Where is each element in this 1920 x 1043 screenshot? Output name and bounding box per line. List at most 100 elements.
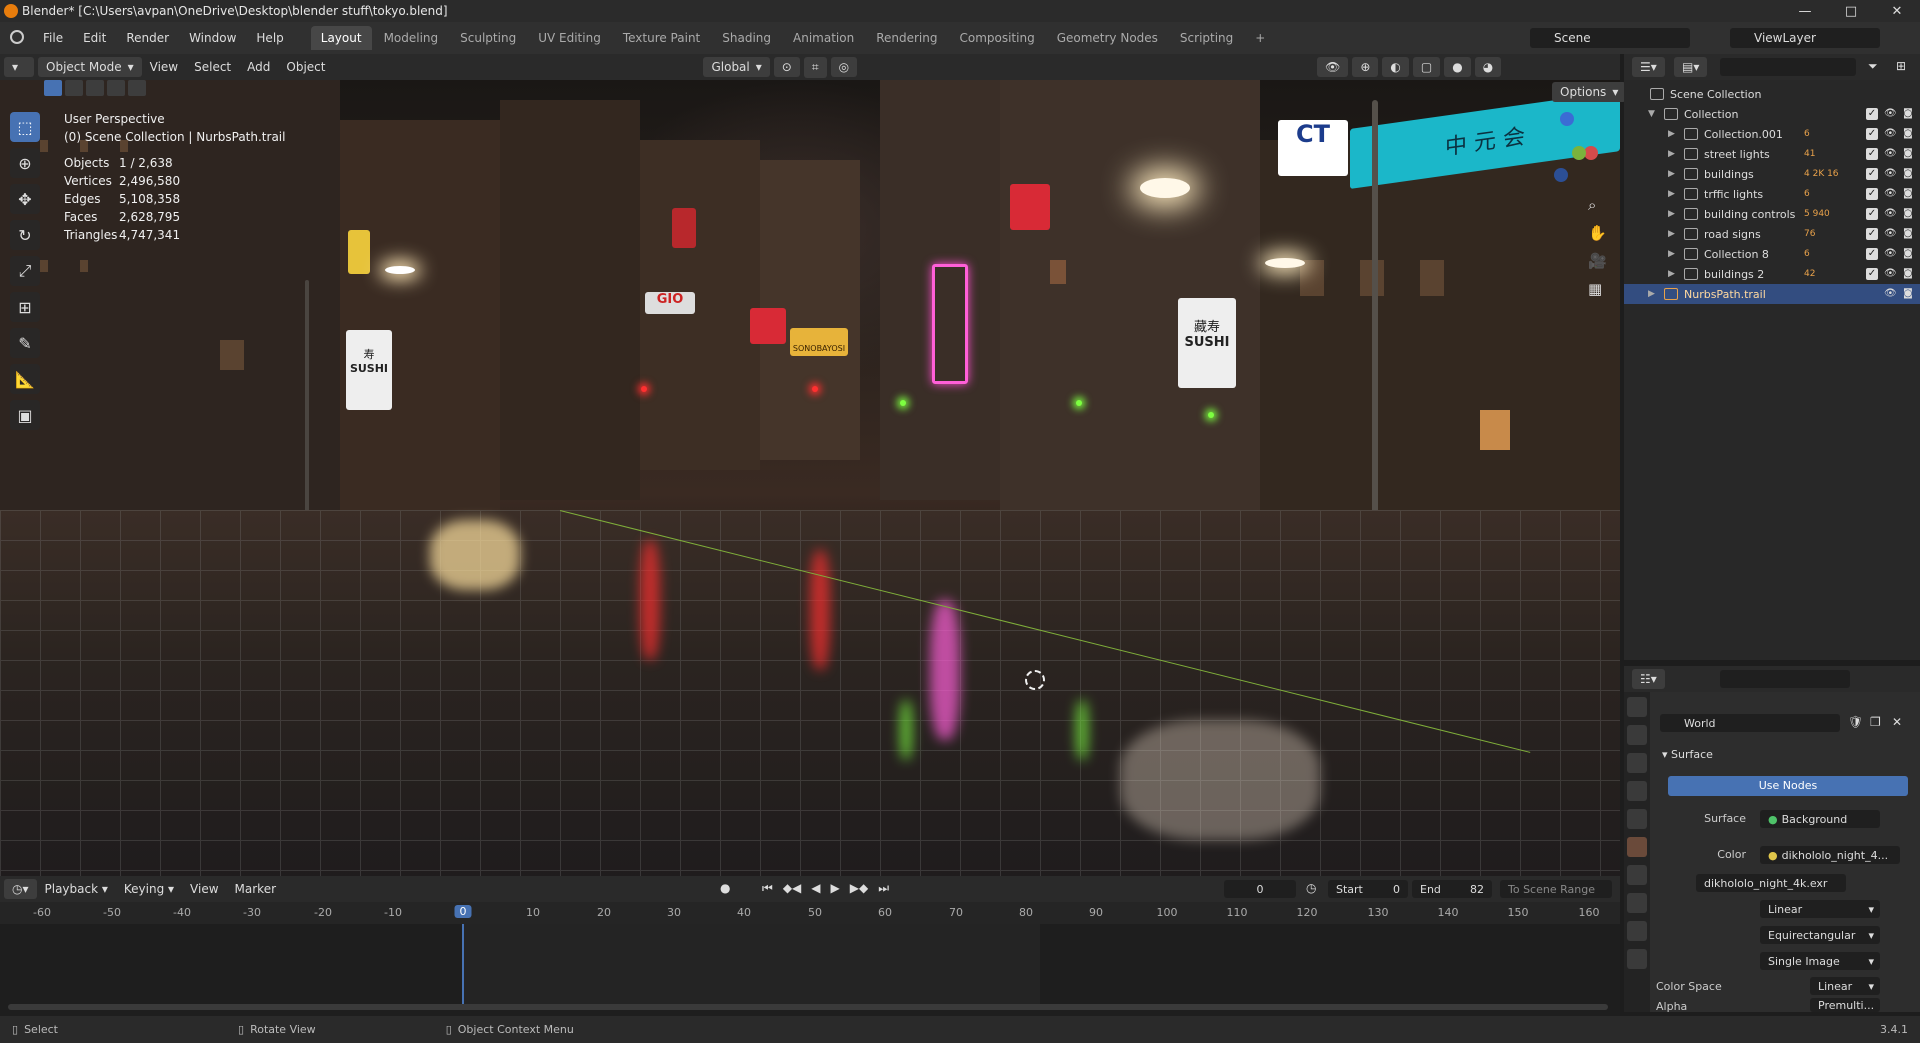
render-camera-icon[interactable]: ◙ xyxy=(1902,128,1914,140)
to-scene-range-button[interactable]: To Scene Range xyxy=(1500,880,1612,898)
exclude-checkbox[interactable]: ✓ xyxy=(1866,228,1878,240)
modifier-tab-icon[interactable] xyxy=(1627,893,1647,913)
move-icon[interactable]: ✥ xyxy=(10,184,40,214)
timeline-editor-type-icon[interactable]: ◷▾ xyxy=(4,879,37,899)
view-layer-selector[interactable]: ViewLayer xyxy=(1730,28,1880,48)
expand-icon[interactable]: ▶ xyxy=(1668,189,1678,199)
tab-texture-paint[interactable]: Texture Paint xyxy=(613,26,710,50)
gizmo-y-icon[interactable] xyxy=(1572,146,1586,160)
exclude-checkbox[interactable]: ✓ xyxy=(1866,168,1878,180)
outliner-item[interactable]: ▶ trffic lights 6 ✓ 👁 ◙ xyxy=(1624,184,1920,204)
shading-solid-icon[interactable]: ● xyxy=(1444,57,1471,77)
xray-icon[interactable]: ▢ xyxy=(1412,57,1441,77)
cursor-icon[interactable]: ⊕ xyxy=(10,148,40,178)
measure-icon[interactable]: 📐 xyxy=(10,364,40,394)
rotate-icon[interactable]: ↻ xyxy=(10,220,40,250)
overlay-icon[interactable]: ◐ xyxy=(1382,57,1409,77)
world-tab-icon[interactable] xyxy=(1627,837,1647,857)
world-selector[interactable]: World xyxy=(1660,714,1840,732)
expand-icon[interactable]: ▶ xyxy=(1668,209,1678,219)
tab-geometry-nodes[interactable]: Geometry Nodes xyxy=(1047,26,1168,50)
color-input-field[interactable]: ● dikhololo_night_4... xyxy=(1760,846,1900,864)
outliner-display-mode-icon[interactable]: ▤▾ xyxy=(1674,57,1708,77)
expand-icon[interactable]: ▶ xyxy=(1668,129,1678,139)
jump-end-icon[interactable]: ⏭ xyxy=(878,881,889,896)
gizmo-x-icon[interactable] xyxy=(1584,146,1598,160)
scene-selector[interactable]: Scene xyxy=(1530,28,1690,48)
menu-window[interactable]: Window xyxy=(180,31,245,45)
select-mode-subtract-icon[interactable] xyxy=(86,80,104,96)
expand-icon[interactable]: ▶ xyxy=(1668,249,1678,259)
add-workspace-button[interactable]: + xyxy=(1245,26,1275,50)
outliner-item[interactable]: ▶ street lights 41 ✓ 👁 ◙ xyxy=(1624,144,1920,164)
render-camera-icon[interactable]: ◙ xyxy=(1902,248,1914,260)
color-space-dropdown[interactable]: Linear ▾ xyxy=(1810,977,1880,995)
exclude-checkbox[interactable]: ✓ xyxy=(1866,208,1878,220)
end-frame-field[interactable]: End 82 xyxy=(1412,880,1492,898)
record-icon[interactable]: ● xyxy=(720,881,730,895)
surface-panel-header[interactable]: ▾ Surface xyxy=(1662,748,1713,761)
render-camera-icon[interactable]: ◙ xyxy=(1902,268,1914,280)
viewport-menu-select[interactable]: Select xyxy=(186,60,239,74)
unlink-icon[interactable]: ✕ xyxy=(1892,715,1902,729)
exclude-checkbox[interactable]: ✓ xyxy=(1866,128,1878,140)
select-mode-new-icon[interactable] xyxy=(44,80,62,96)
visibility-eye-icon[interactable]: 👁 xyxy=(1884,188,1897,200)
render-camera-icon[interactable]: ◙ xyxy=(1902,188,1914,200)
camera-icon[interactable]: 🎥 xyxy=(1588,252,1607,270)
tab-rendering[interactable]: Rendering xyxy=(866,26,947,50)
constraint-tab-icon[interactable] xyxy=(1627,921,1647,941)
add-cube-icon[interactable]: ▣ xyxy=(10,400,40,430)
visibility-eye-icon[interactable]: 👁 xyxy=(1884,288,1897,300)
timeline-menu-playback[interactable]: Playback ▾ xyxy=(37,882,116,896)
options-dropdown[interactable]: Options ▾ xyxy=(1552,82,1627,102)
view-layer-tab-icon[interactable] xyxy=(1627,781,1647,801)
menu-help[interactable]: Help xyxy=(247,31,292,45)
select-mode-intersect-icon[interactable] xyxy=(128,80,146,96)
interpolation-dropdown[interactable]: Linear ▾ xyxy=(1760,900,1880,918)
next-keyframe-icon[interactable]: ▶◆ xyxy=(850,881,868,896)
visibility-eye-icon[interactable]: 👁 xyxy=(1884,208,1897,220)
visibility-eye-icon[interactable]: 👁 xyxy=(1884,168,1897,180)
image-selector[interactable]: dikhololo_night_4k.exr xyxy=(1696,874,1846,892)
outliner-item[interactable]: ▶ buildings 2 42 ✓ 👁 ◙ xyxy=(1624,264,1920,284)
viewport-menu-object[interactable]: Object xyxy=(278,60,333,74)
exclude-checkbox[interactable]: ✓ xyxy=(1866,268,1878,280)
minimize-button[interactable]: — xyxy=(1782,0,1828,22)
editor-type-button[interactable]: ▾ xyxy=(4,57,34,77)
outliner-item[interactable]: ▶ buildings 4 2K 16 ✓ 👁 ◙ xyxy=(1624,164,1920,184)
annotate-icon[interactable]: ✎ xyxy=(10,328,40,358)
properties-editor-type-icon[interactable]: ☷▾ xyxy=(1632,669,1665,689)
mode-dropdown[interactable]: Object Mode ▾ xyxy=(38,57,142,77)
fake-user-icon[interactable]: 🛡 xyxy=(1848,715,1863,729)
filter-icon[interactable]: ⏷ xyxy=(1868,59,1878,74)
select-mode-extend-icon[interactable] xyxy=(65,80,83,96)
visibility-icon[interactable]: 👁 xyxy=(1317,57,1349,77)
current-frame-field[interactable]: 0 xyxy=(1224,880,1296,898)
viewport-menu-add[interactable]: Add xyxy=(239,60,278,74)
expand-icon[interactable]: ▶ xyxy=(1668,229,1678,239)
visibility-eye-icon[interactable]: 👁 xyxy=(1884,268,1897,280)
start-frame-field[interactable]: Start 0 xyxy=(1328,880,1408,898)
tab-scripting[interactable]: Scripting xyxy=(1170,26,1243,50)
outliner-collection[interactable]: ▼ Collection ✓ 👁 ◙ xyxy=(1624,104,1920,124)
close-button[interactable]: ✕ xyxy=(1874,0,1920,22)
properties-search-input[interactable] xyxy=(1720,670,1850,688)
visibility-eye-icon[interactable]: 👁 xyxy=(1884,108,1897,120)
render-camera-icon[interactable]: ◙ xyxy=(1902,168,1914,180)
tab-uv-editing[interactable]: UV Editing xyxy=(528,26,611,50)
outliner-item[interactable]: ▶ Collection 8 6 ✓ 👁 ◙ xyxy=(1624,244,1920,264)
select-box-icon[interactable]: ⬚ xyxy=(10,112,40,142)
timeline-menu-marker[interactable]: Marker xyxy=(227,882,284,896)
scale-icon[interactable]: ⤢ xyxy=(10,256,40,286)
preview-range-icon[interactable]: ◷ xyxy=(1306,881,1316,895)
exclude-checkbox[interactable]: ✓ xyxy=(1866,148,1878,160)
transform-icon[interactable]: ⊞ xyxy=(10,292,40,322)
grid-view-icon[interactable]: ▦ xyxy=(1588,280,1607,298)
tool-tab-icon[interactable] xyxy=(1627,697,1647,717)
expand-icon[interactable]: ▶ xyxy=(1648,289,1658,299)
play-icon[interactable]: ▶ xyxy=(831,881,840,896)
output-tab-icon[interactable] xyxy=(1627,753,1647,773)
exclude-checkbox[interactable]: ✓ xyxy=(1866,108,1878,120)
menu-file[interactable]: File xyxy=(34,31,72,45)
